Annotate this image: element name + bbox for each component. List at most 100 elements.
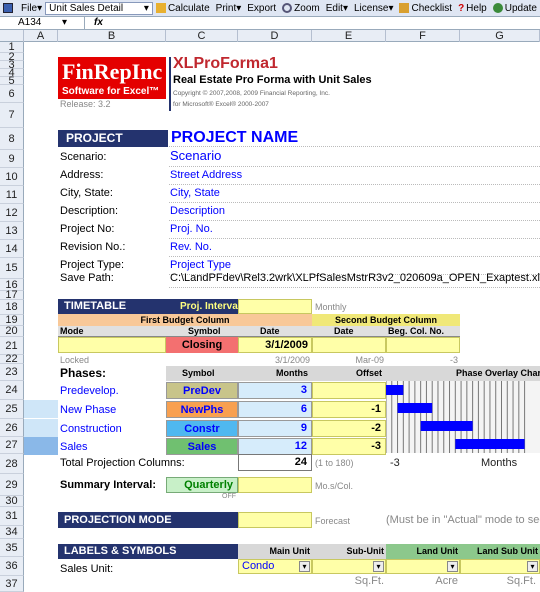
- save-icon[interactable]: [0, 3, 18, 13]
- project-field-value[interactable]: Scenario: [170, 148, 540, 163]
- phase-months[interactable]: 12: [238, 438, 312, 455]
- row-header[interactable]: 17: [0, 289, 24, 301]
- column-header-e[interactable]: E: [312, 30, 386, 42]
- file-menu[interactable]: File ▾: [18, 3, 45, 14]
- land-unit-dropdown[interactable]: ▾: [386, 559, 460, 574]
- row-header[interactable]: 28: [0, 454, 24, 474]
- row-header[interactable]: 30: [0, 495, 24, 507]
- license-menu[interactable]: License ▾: [351, 3, 397, 14]
- projection-mode-input[interactable]: [238, 512, 312, 528]
- row-header[interactable]: 22: [0, 353, 24, 365]
- phase-name[interactable]: Construction: [60, 423, 122, 435]
- timetable-header: TIMETABLE Proj. Interval:: [58, 299, 244, 314]
- second-date-input[interactable]: [312, 337, 386, 353]
- calculate-button[interactable]: Calculate: [153, 3, 213, 14]
- row-header[interactable]: 5: [0, 75, 24, 87]
- summary-months-input[interactable]: [238, 477, 312, 493]
- phase-name[interactable]: Predevelop.: [60, 385, 119, 397]
- field-underline: [169, 184, 540, 185]
- phase-months[interactable]: 6: [238, 401, 312, 418]
- row-header[interactable]: 34: [0, 526, 24, 539]
- column-header-c[interactable]: C: [166, 30, 238, 42]
- phase-offset[interactable]: [312, 382, 386, 399]
- date-input[interactable]: 3/1/2009: [238, 337, 312, 353]
- phase-name[interactable]: Sales: [60, 441, 88, 453]
- phase-offset[interactable]: -3: [312, 438, 386, 455]
- phase-symbol[interactable]: Sales: [166, 438, 238, 455]
- update-button[interactable]: Update: [490, 3, 540, 14]
- summary-interval-select[interactable]: Quarterly: [166, 477, 238, 493]
- row-header[interactable]: 37: [0, 576, 24, 592]
- row-header[interactable]: 20: [0, 325, 24, 337]
- row-header[interactable]: 24: [0, 381, 24, 400]
- checklist-button[interactable]: Checklist: [396, 3, 455, 14]
- field-underline: [169, 256, 540, 257]
- row-header[interactable]: 31: [0, 507, 24, 526]
- land-sub-unit-header: Land Sub Unit: [477, 546, 538, 556]
- row-header[interactable]: 13: [0, 222, 24, 240]
- row-header[interactable]: 14: [0, 240, 24, 258]
- main-unit-dropdown[interactable]: Condo ▾: [238, 559, 312, 574]
- row-header[interactable]: 6: [0, 85, 24, 103]
- row-header[interactable]: 9: [0, 150, 24, 168]
- print-menu[interactable]: Print ▾: [213, 3, 245, 14]
- beg-col-input[interactable]: [386, 337, 460, 353]
- project-field-value[interactable]: Street Address: [170, 169, 540, 181]
- formula-input[interactable]: [112, 17, 540, 29]
- chevron-down-icon: ▾: [527, 561, 538, 572]
- row-header[interactable]: 8: [0, 128, 24, 150]
- project-field-value[interactable]: City, State: [170, 187, 540, 199]
- row-header[interactable]: 27: [0, 437, 24, 454]
- phase-months[interactable]: 3: [238, 382, 312, 399]
- sub-unit-dropdown[interactable]: ▾: [312, 559, 386, 574]
- project-field-value[interactable]: Rev. No.: [170, 241, 540, 253]
- row-header[interactable]: 7: [0, 103, 24, 128]
- phase-offset[interactable]: -1: [312, 401, 386, 418]
- project-field-label: Revision No.:: [60, 241, 126, 253]
- column-header-f[interactable]: F: [386, 30, 460, 42]
- row-header[interactable]: 12: [0, 204, 24, 222]
- column-header-d[interactable]: D: [238, 30, 312, 42]
- project-field-value[interactable]: Proj. No.: [170, 223, 540, 235]
- field-underline: [169, 166, 540, 167]
- row-header[interactable]: 11: [0, 186, 24, 204]
- phase-bar: [397, 403, 433, 413]
- project-field-value[interactable]: Description: [170, 205, 540, 217]
- project-field-value[interactable]: Project Type: [170, 259, 540, 271]
- row-header[interactable]: 25: [0, 400, 24, 419]
- mode-input[interactable]: [58, 337, 166, 353]
- timetable-col-headers: Mode Symbol Date Date Beg. Col. No.: [58, 326, 460, 337]
- project-name[interactable]: PROJECT NAME: [171, 129, 298, 147]
- sheet-select[interactable]: Unit Sales Detail ▾: [45, 1, 153, 15]
- zoom-button[interactable]: Zoom: [279, 3, 323, 14]
- phase-symbol[interactable]: Constr: [166, 420, 238, 437]
- row-header[interactable]: 18: [0, 300, 24, 315]
- export-button[interactable]: Export: [244, 3, 279, 14]
- row-header[interactable]: 23: [0, 364, 24, 381]
- phase-overlay-chart: [385, 381, 540, 453]
- main-unit-header: Main Unit: [269, 546, 311, 556]
- row-header[interactable]: 10: [0, 168, 24, 186]
- phase-offset[interactable]: -2: [312, 420, 386, 437]
- column-header-g[interactable]: G: [460, 30, 540, 42]
- name-box[interactable]: A134 ▾: [0, 17, 85, 30]
- phase-name[interactable]: New Phase: [60, 404, 116, 416]
- summary-off: OFF: [222, 493, 236, 500]
- column-header-a[interactable]: A: [24, 30, 58, 42]
- phase-symbol[interactable]: NewPhs: [166, 401, 238, 418]
- row-header[interactable]: 26: [0, 419, 24, 437]
- row-header[interactable]: 35: [0, 539, 24, 557]
- phase-symbol[interactable]: PreDev: [166, 382, 238, 399]
- land-sub-unit-dropdown[interactable]: ▾: [460, 559, 540, 574]
- project-field-value[interactable]: C:\LandPFdev\Rel3.2wrk\XLPfSalesMstrR3v2…: [170, 272, 540, 284]
- row-header[interactable]: 15: [0, 258, 24, 279]
- row-header[interactable]: 29: [0, 474, 24, 496]
- edit-menu[interactable]: Edit ▾: [323, 3, 351, 14]
- phase-months[interactable]: 9: [238, 420, 312, 437]
- column-header-b[interactable]: B: [58, 30, 166, 42]
- land-unit-header: Land Unit: [416, 546, 459, 556]
- help-button[interactable]: ? Help: [455, 3, 490, 14]
- row-header[interactable]: 36: [0, 557, 24, 576]
- symbol-closing[interactable]: Closing: [166, 337, 238, 353]
- interval-input[interactable]: [238, 299, 312, 314]
